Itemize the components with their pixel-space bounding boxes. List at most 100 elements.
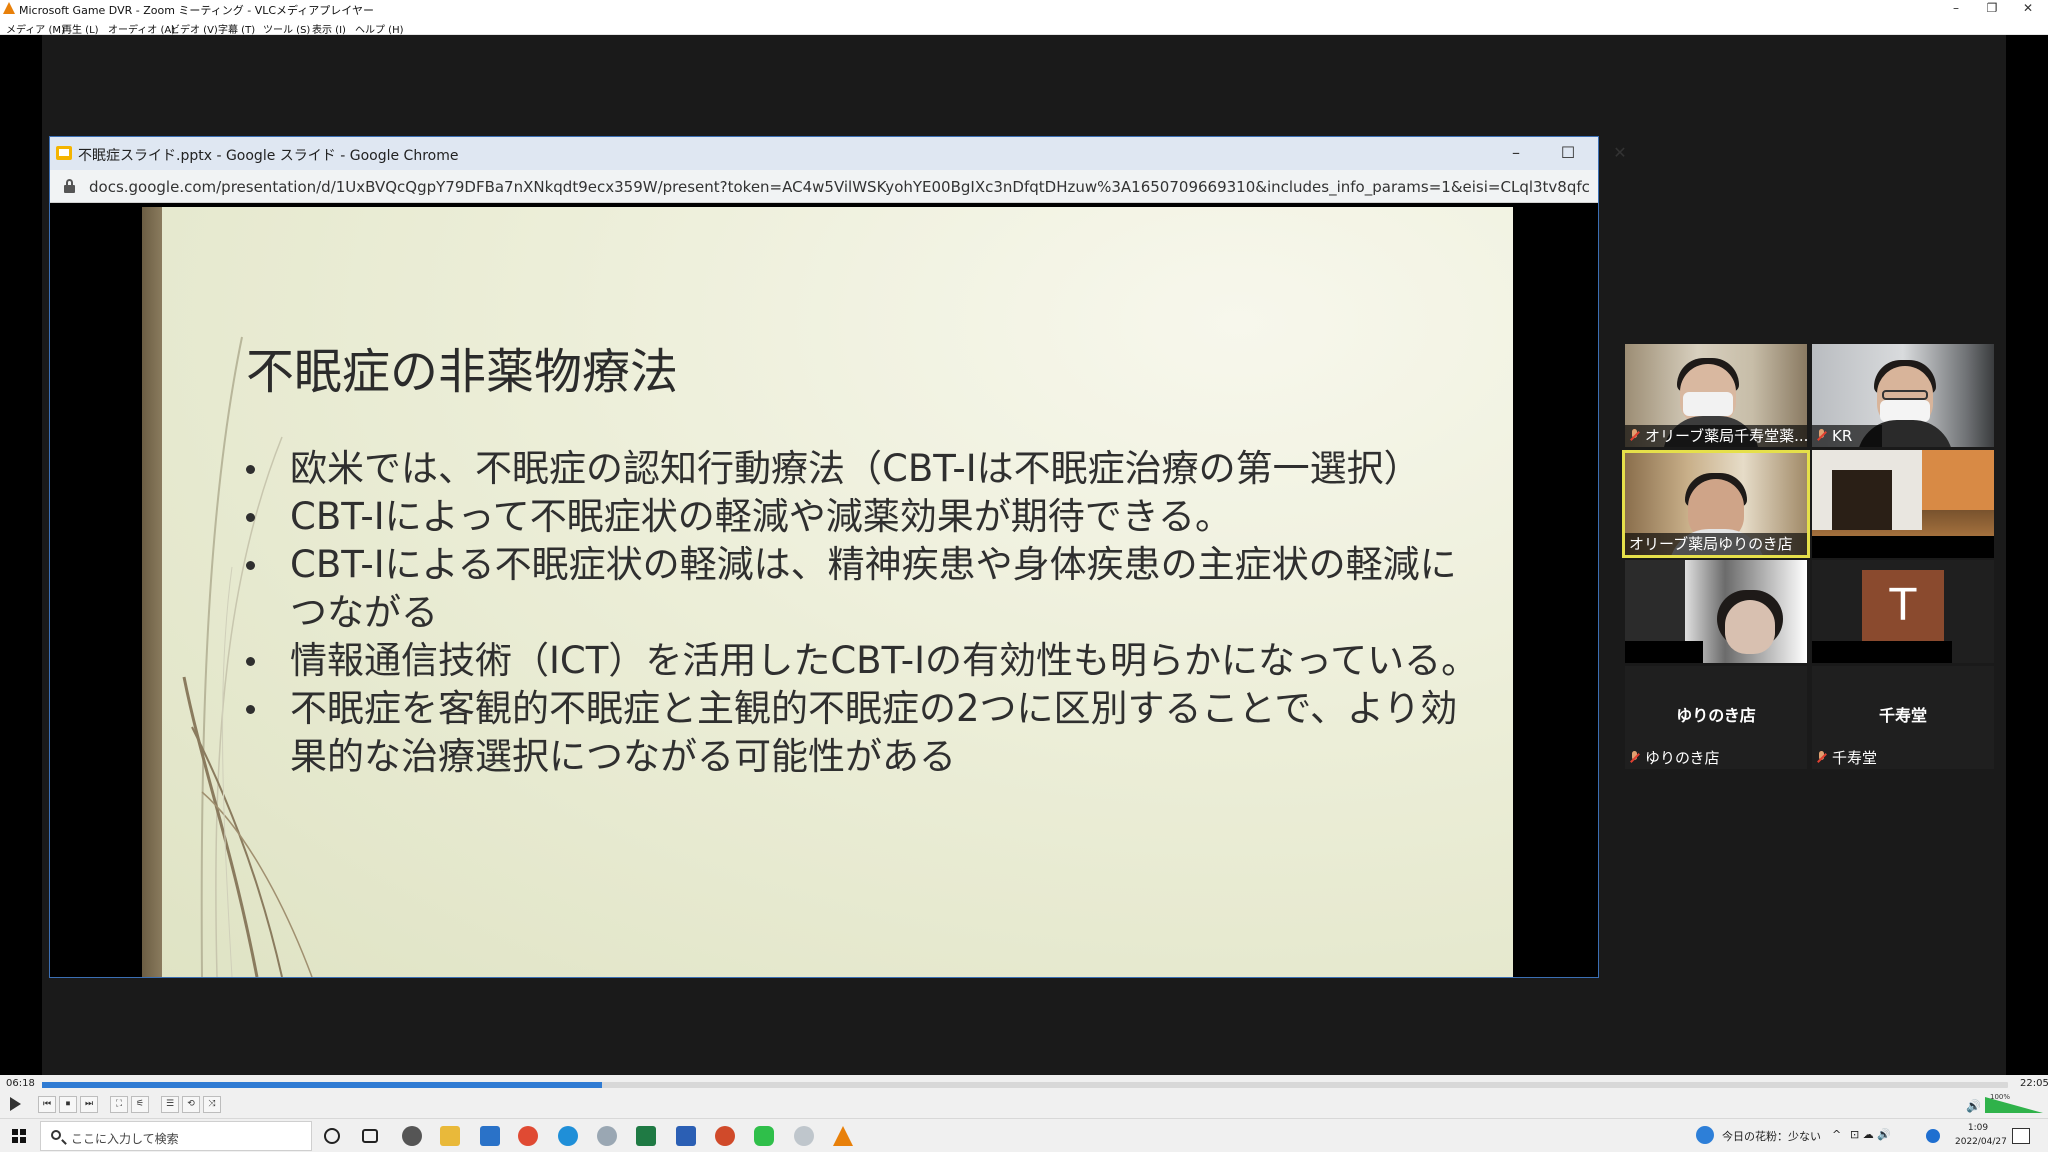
tray-icons[interactable]: ⊡ ☁ 🔊 xyxy=(1850,1128,1891,1141)
settings-gear-icon[interactable] xyxy=(402,1126,422,1146)
participant-name: オリーブ薬局ゆりのき店 xyxy=(1625,533,1807,555)
chrome-icon[interactable] xyxy=(518,1126,538,1146)
notifications-icon[interactable] xyxy=(2012,1128,2030,1144)
playlist-button[interactable]: ☰ xyxy=(161,1096,179,1113)
bullet-dot-icon xyxy=(246,465,255,474)
vlc-title-bar: Microsoft Game DVR - Zoom ミーティング - VLCメデ… xyxy=(0,0,2048,17)
participant-tile[interactable]: 千寿堂 千寿堂 xyxy=(1812,666,1994,769)
address-bar[interactable]: docs.google.com/presentation/d/1UxBVQcQg… xyxy=(50,170,1598,203)
participant-name-redacted xyxy=(1812,536,1994,558)
menu-video[interactable]: ビデオ (V) xyxy=(170,21,218,36)
vlc-taskbar-icon[interactable] xyxy=(833,1126,853,1146)
search-icon xyxy=(51,1130,61,1140)
menu-subtitle[interactable]: 字幕 (T) xyxy=(218,21,255,36)
elapsed-time: 06:18 xyxy=(6,1078,35,1089)
bullet-item: CBT-Iによって不眠症状の軽減や減薬効果が期待できる。 xyxy=(242,493,1492,541)
loop-button[interactable]: ⟲ xyxy=(182,1096,200,1113)
window-title: Microsoft Game DVR - Zoom ミーティング - VLCメデ… xyxy=(19,4,374,17)
taskbar-clock[interactable]: 1:09 2022/04/27 xyxy=(1955,1121,2007,1149)
vlc-menu-bar: メディア (M) 再生 (L) オーディオ (A) ビデオ (V) 字幕 (T)… xyxy=(0,17,2048,36)
search-placeholder: ここに入力して検索 xyxy=(71,1132,179,1146)
tray-chevron-icon[interactable]: ^ xyxy=(1832,1128,1841,1141)
participant-tile[interactable]: ゆりのき店 ゆりのき店 xyxy=(1625,666,1807,769)
participant-name: オリーブ薬局千寿堂薬... xyxy=(1625,425,1807,447)
vlc-cone-icon xyxy=(3,2,15,14)
participant-tile[interactable]: オリーブ薬局千寿堂薬... xyxy=(1625,344,1807,447)
seek-progress xyxy=(42,1082,603,1088)
chrome-maximize-button[interactable]: ☐ xyxy=(1548,141,1588,165)
line-icon[interactable] xyxy=(754,1126,774,1146)
weather-icon[interactable] xyxy=(1696,1126,1714,1144)
total-time: 22:05 xyxy=(2020,1078,2048,1089)
task-view-icon[interactable] xyxy=(362,1129,378,1143)
chrome-close-button[interactable]: ✕ xyxy=(1600,141,1640,165)
muted-mic-icon xyxy=(1629,429,1641,443)
participant-tile[interactable] xyxy=(1625,560,1807,663)
previous-button[interactable]: ⏮ xyxy=(38,1096,56,1113)
shuffle-button[interactable]: ⤨ xyxy=(203,1096,221,1113)
file-explorer-icon[interactable] xyxy=(440,1126,460,1146)
app-icon[interactable] xyxy=(794,1126,814,1146)
onedrive-icon[interactable] xyxy=(1926,1129,1940,1143)
network-app-icon[interactable] xyxy=(597,1126,617,1146)
volume-label: 100% xyxy=(1990,1093,2011,1101)
menu-audio[interactable]: オーディオ (A) xyxy=(108,21,175,36)
participant-initial-avatar: T xyxy=(1862,570,1944,642)
stop-button[interactable]: ⏹ xyxy=(59,1096,77,1113)
slide-side-strip xyxy=(142,207,162,977)
bullet-dot-icon xyxy=(246,705,255,714)
url-text[interactable]: docs.google.com/presentation/d/1UxBVQcQg… xyxy=(89,178,1589,196)
bullet-item: CBT-Iによる不眠症状の軽減は、精神疾患や身体疾患の主症状の軽減につながる xyxy=(242,541,1492,637)
minimize-button[interactable]: – xyxy=(1938,0,1974,17)
slide-bullet-list: 欧米では、不眠症の認知行動療法（CBT-Iは不眠症治療の第一選択） CBT-Iに… xyxy=(242,445,1492,781)
edge-icon[interactable] xyxy=(558,1126,578,1146)
lock-icon xyxy=(64,179,75,193)
participant-name-redacted xyxy=(1625,641,1703,663)
play-button[interactable] xyxy=(4,1094,24,1114)
participant-tile[interactable] xyxy=(1812,450,1994,558)
next-button[interactable]: ⏭ xyxy=(80,1096,98,1113)
seek-bar[interactable] xyxy=(42,1082,2008,1088)
bullet-item: 欧米では、不眠症の認知行動療法（CBT-Iは不眠症治療の第一選択） xyxy=(242,445,1492,493)
pollen-status[interactable]: 今日の花粉：少ない xyxy=(1722,1128,1821,1144)
chrome-window-title: 不眠症スライド.pptx - Google スライド - Google Chro… xyxy=(78,148,459,164)
word-icon[interactable] xyxy=(676,1126,696,1146)
speaker-icon[interactable]: 🔊 xyxy=(1966,1099,1981,1113)
fullscreen-button[interactable]: ⛶ xyxy=(110,1096,128,1113)
letterbox-right xyxy=(2006,35,2048,1075)
chrome-minimize-button[interactable]: – xyxy=(1496,141,1536,165)
slide-title: 不眠症の非薬物療法 xyxy=(246,344,679,400)
muted-mic-icon xyxy=(1816,751,1828,765)
participant-name: 千寿堂 xyxy=(1812,747,1994,769)
restore-button[interactable]: ❐ xyxy=(1974,0,2010,17)
menu-help[interactable]: ヘルプ (H) xyxy=(355,21,404,36)
participant-center-name: ゆりのき店 xyxy=(1676,706,1756,725)
bullet-item: 不眠症を客観的不眠症と主観的不眠症の2つに区別することで、より効果的な治療選択に… xyxy=(242,685,1492,781)
vlc-controls: 06:18 22:05 ⏮ ⏹ ⏭ ⛶ ⚟ ☰ ⟲ ⤨ 🔊 100% xyxy=(0,1075,2048,1118)
menu-media[interactable]: メディア (M) xyxy=(6,21,65,36)
muted-mic-icon xyxy=(1816,429,1828,443)
menu-tools[interactable]: ツール (S) xyxy=(263,21,310,36)
participant-center-name: 千寿堂 xyxy=(1878,706,1927,725)
taskbar-search-box[interactable]: ここに入力して検索 xyxy=(40,1121,312,1151)
mail-icon[interactable] xyxy=(480,1126,500,1146)
bullet-item: 情報通信技術（ICT）を活用したCBT-Iの有効性も明らかになっている。 xyxy=(242,637,1492,685)
bullet-dot-icon xyxy=(246,657,255,666)
close-button[interactable]: ✕ xyxy=(2010,0,2046,17)
extended-settings-button[interactable]: ⚟ xyxy=(131,1096,149,1113)
presentation-slide[interactable]: 不眠症の非薬物療法 欧米では、不眠症の認知行動療法（CBT-Iは不眠症治療の第一… xyxy=(142,207,1513,977)
google-slides-icon xyxy=(56,146,72,160)
cortana-icon[interactable] xyxy=(324,1128,340,1144)
menu-view[interactable]: 表示 (I) xyxy=(312,21,346,36)
menu-playback[interactable]: 再生 (L) xyxy=(62,21,99,36)
muted-mic-icon xyxy=(1629,751,1641,765)
participant-tile[interactable]: T xyxy=(1812,560,1994,663)
chrome-window: 不眠症スライド.pptx - Google スライド - Google Chro… xyxy=(49,136,1627,978)
participant-tile[interactable]: KR xyxy=(1812,344,1994,447)
excel-icon[interactable] xyxy=(636,1126,656,1146)
participant-tile-active-speaker[interactable]: オリーブ薬局ゆりのき店 xyxy=(1622,450,1810,558)
participant-name: ゆりのき店 xyxy=(1625,747,1807,769)
bullet-dot-icon xyxy=(246,513,255,522)
windows-start-icon[interactable] xyxy=(12,1129,26,1143)
powerpoint-icon[interactable] xyxy=(715,1126,735,1146)
